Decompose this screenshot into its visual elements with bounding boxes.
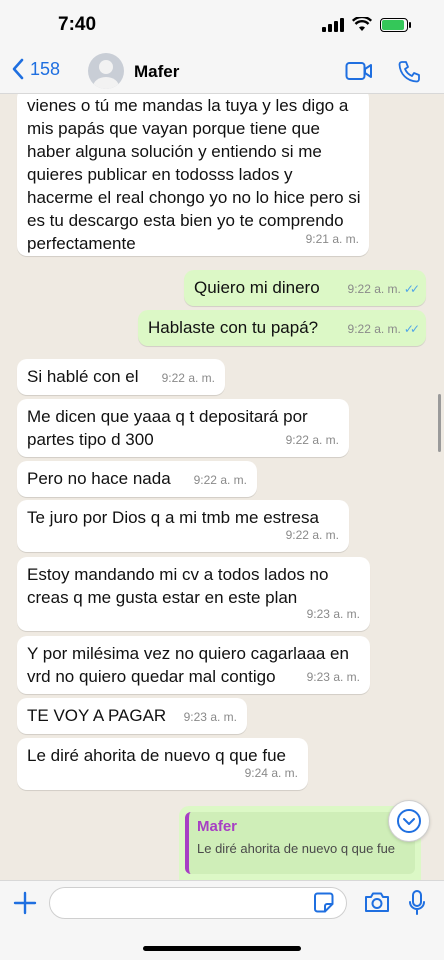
message-text: Me dicen que yaaa q t depositará por par… xyxy=(27,407,308,449)
phone-icon[interactable] xyxy=(397,60,421,84)
message-incoming[interactable]: TE VOY A PAGAR 9:23 a. m. xyxy=(17,698,247,734)
quoted-message[interactable]: Mafer Le diré ahorita de nuevo q que fue xyxy=(185,812,415,874)
battery-icon xyxy=(380,17,411,32)
chat-area[interactable]: vienes o tú me mandas la tuya y les digo… xyxy=(0,94,444,880)
mic-icon[interactable] xyxy=(407,889,427,917)
message-incoming[interactable]: Si hablé con el 9:22 a. m. xyxy=(17,359,225,395)
message-incoming[interactable]: Le diré ahorita de nuevo q que fue 9:24 … xyxy=(17,738,308,790)
video-call-icon[interactable] xyxy=(345,60,373,82)
plus-icon[interactable] xyxy=(13,891,37,915)
wifi-icon xyxy=(352,17,372,31)
scrollbar-handle[interactable] xyxy=(438,394,441,452)
message-time: 9:23 a. m. xyxy=(306,670,360,684)
read-ticks-icon: ✓✓ xyxy=(403,322,420,336)
message-text: Estoy mandando mi cv a todos lados no cr… xyxy=(27,565,329,607)
message-incoming[interactable]: Estoy mandando mi cv a todos lados no cr… xyxy=(17,557,370,631)
message-time: 9:23 a. m. xyxy=(183,710,237,724)
message-outgoing[interactable]: Hablaste con tu papá? 9:22 a. m. ✓✓ xyxy=(138,310,426,346)
status-bar: 7:40 xyxy=(0,0,444,50)
reply-preview-bubble[interactable]: Mafer Le diré ahorita de nuevo q que fue xyxy=(179,806,421,880)
scroll-to-bottom-button[interactable] xyxy=(388,800,430,842)
signal-icon xyxy=(322,17,344,32)
chat-header: 158 Mafer xyxy=(0,50,444,94)
message-time: 9:22 a. m. xyxy=(285,528,339,542)
message-time: 9:24 a. m. xyxy=(244,766,298,780)
message-time: 9:21 a. m. xyxy=(305,232,359,246)
back-button[interactable]: 158 xyxy=(12,58,60,80)
chevron-down-icon xyxy=(397,809,421,833)
message-time: 9:23 a. m. xyxy=(306,607,360,621)
message-input[interactable] xyxy=(49,887,347,919)
message-time: 9:22 a. m. xyxy=(285,433,339,447)
status-time: 7:40 xyxy=(58,14,97,35)
message-incoming[interactable]: Y por milésima vez no quiero cagarlaaa e… xyxy=(17,636,370,694)
message-incoming[interactable]: Me dicen que yaaa q t depositará por par… xyxy=(17,399,349,457)
read-ticks-icon: ✓✓ xyxy=(403,282,420,296)
quoted-author: Mafer xyxy=(197,818,238,835)
sticker-icon[interactable] xyxy=(312,892,336,914)
back-count: 158 xyxy=(30,58,61,79)
avatar-placeholder-icon xyxy=(93,60,119,89)
camera-icon[interactable] xyxy=(364,891,390,913)
message-time: 9:22 a. m. ✓✓ xyxy=(348,318,421,341)
avatar[interactable] xyxy=(88,53,124,89)
quoted-text: Le diré ahorita de nuevo q que fue xyxy=(197,841,396,856)
message-time: 9:22 a. m. xyxy=(161,371,215,385)
home-indicator xyxy=(143,946,301,951)
back-chevron-icon xyxy=(12,58,24,80)
status-icons xyxy=(322,17,411,32)
message-incoming[interactable]: vienes o tú me mandas la tuya y les digo… xyxy=(17,94,369,256)
contact-name[interactable]: Mafer xyxy=(134,62,179,82)
message-outgoing[interactable]: Quiero mi dinero 9:22 a. m. ✓✓ xyxy=(184,270,426,306)
message-incoming[interactable]: Te juro por Dios q a mi tmb me estresa 9… xyxy=(17,500,349,552)
message-incoming[interactable]: Pero no hace nada 9:22 a. m. xyxy=(17,461,257,497)
message-time: 9:22 a. m. xyxy=(193,473,247,487)
message-time: 9:22 a. m. ✓✓ xyxy=(348,278,421,301)
